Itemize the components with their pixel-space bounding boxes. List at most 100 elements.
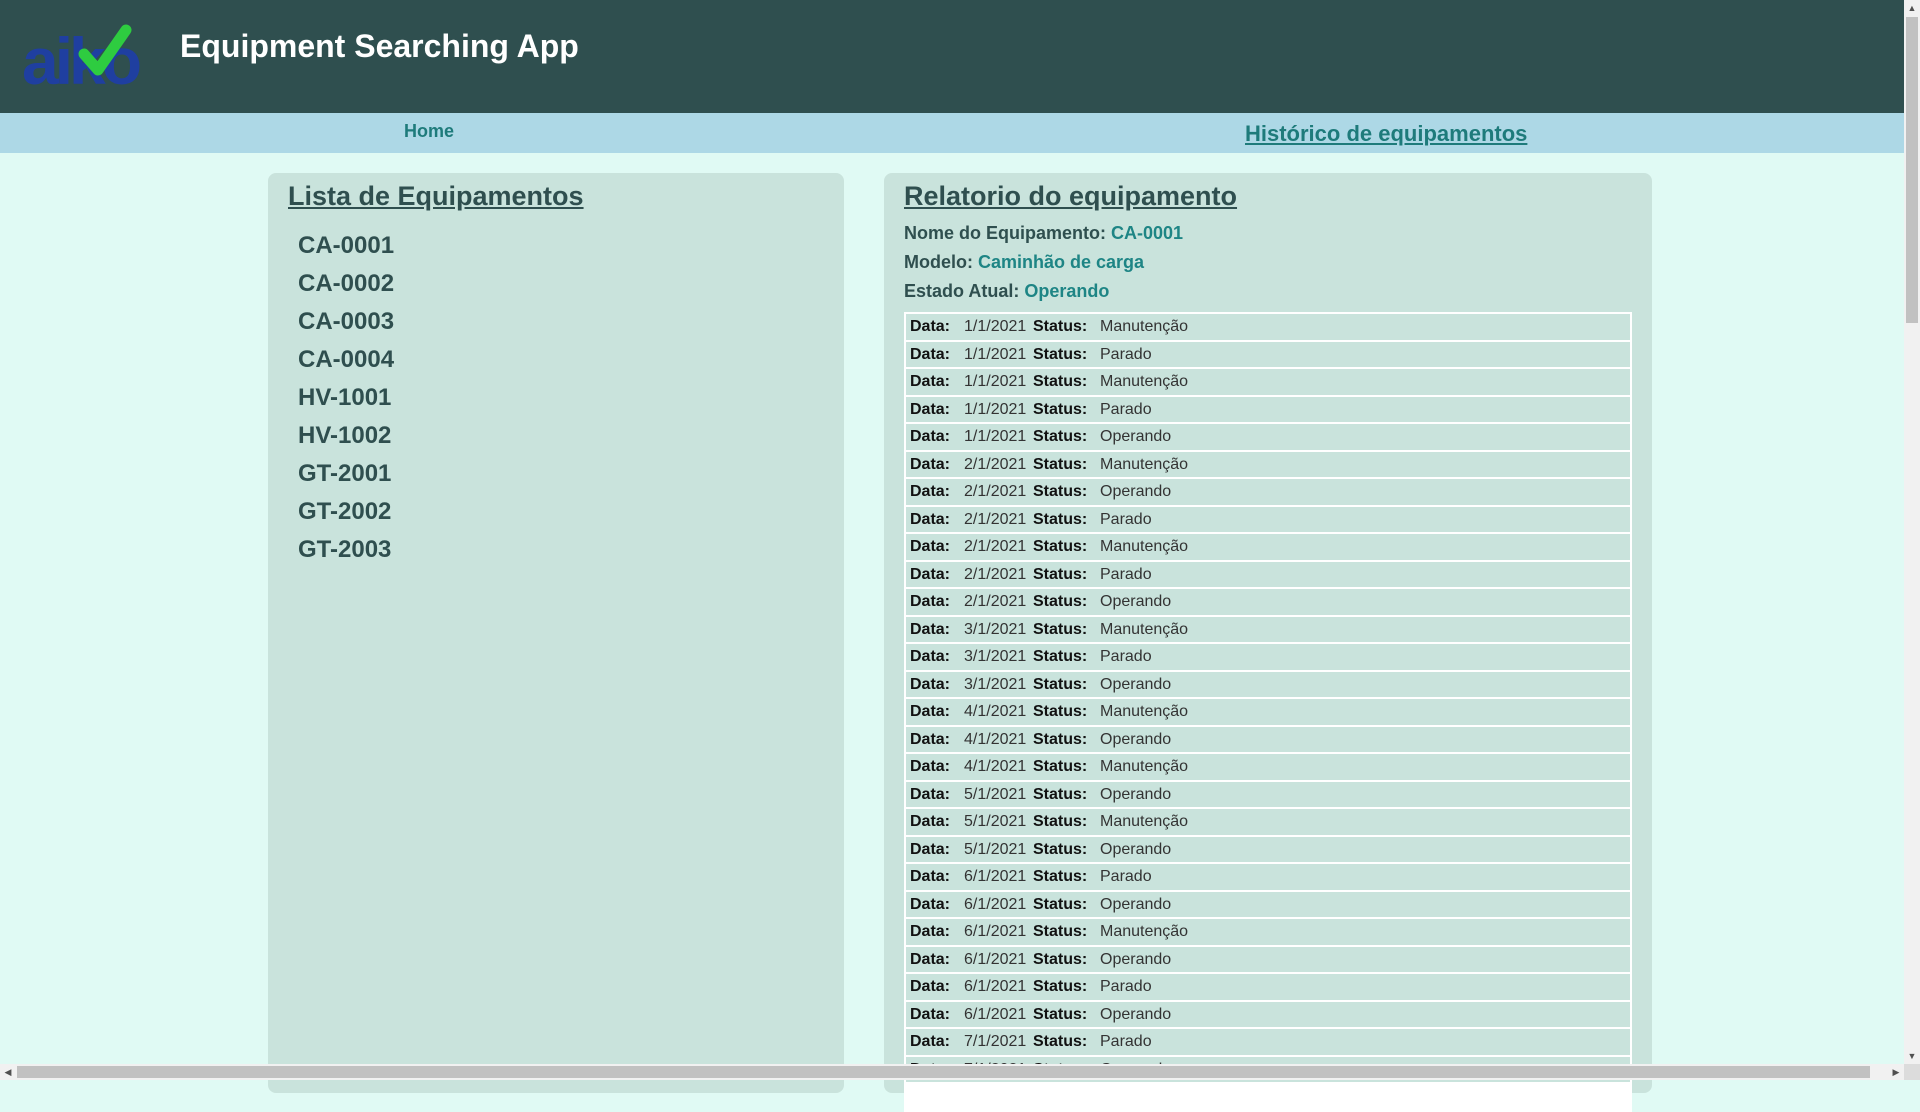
status-label: Status: <box>1033 978 1088 995</box>
date-label: Data: <box>910 345 951 363</box>
date-label: Data: <box>910 868 951 885</box>
equipment-list-item[interactable]: HV-1002 <box>298 417 394 455</box>
status-value: Parado <box>1100 400 1152 418</box>
date-value: 6/1/2021 <box>964 1005 1027 1023</box>
vertical-scrollbar[interactable]: ▲ ▼ <box>1904 0 1920 1064</box>
history-row: Data: 1/1/2021 Status: Manutenção <box>906 314 1630 340</box>
status-label: Status: <box>1033 648 1088 665</box>
app-header: aiko Equipment Searching App <box>0 0 1904 113</box>
status-value: Parado <box>1100 978 1152 995</box>
equipment-list-item[interactable]: CA-0004 <box>298 341 394 379</box>
app-title: Equipment Searching App <box>180 28 579 64</box>
status-label: Status: <box>1033 675 1088 693</box>
date-label: Data: <box>910 978 951 995</box>
date-value: 5/1/2021 <box>964 840 1027 858</box>
nav-home-link[interactable]: Home <box>404 121 454 142</box>
equipment-list-item[interactable]: CA-0003 <box>298 303 394 341</box>
status-value: Operando <box>1100 840 1172 858</box>
status-label: Status: <box>1033 758 1088 775</box>
equipment-list-item[interactable]: HV-1001 <box>298 379 394 417</box>
date-value: 5/1/2021 <box>964 813 1027 830</box>
history-row: Data: 6/1/2021 Status: Operando <box>906 946 1630 972</box>
date-value: 5/1/2021 <box>964 785 1027 803</box>
status-value: Parado <box>1100 345 1152 363</box>
scroll-left-arrow-icon[interactable]: ◀ <box>0 1064 16 1080</box>
history-row: Data: 6/1/2021 Status: Manutenção <box>906 919 1630 945</box>
date-label: Data: <box>910 400 951 418</box>
date-label: Data: <box>910 648 951 665</box>
status-label: Status: <box>1033 593 1088 610</box>
status-value: Manutenção <box>1100 758 1189 775</box>
history-row: Data: 4/1/2021 Status: Operando <box>906 726 1630 752</box>
history-row: Data: 4/1/2021 Status: Manutenção <box>906 699 1630 725</box>
status-value: Operando <box>1100 895 1172 913</box>
date-label: Data: <box>910 373 951 390</box>
state-history-list[interactable]: Data: 1/1/2021 Status: Manutenção Data: 1/1/2… <box>904 312 1632 1112</box>
status-value: Parado <box>1100 648 1152 665</box>
date-label: Data: <box>910 923 951 940</box>
equipment-list-item[interactable]: CA-0002 <box>298 265 394 303</box>
status-label: Status: <box>1033 1033 1088 1050</box>
history-row: Data: 2/1/2021 Status: Operando <box>906 479 1630 505</box>
status-label: Status: <box>1033 923 1088 940</box>
equipment-list-item[interactable]: GT-2002 <box>298 493 394 531</box>
status-value: Operando <box>1100 1005 1172 1023</box>
date-label: Data: <box>910 950 951 968</box>
status-label: Status: <box>1033 455 1088 473</box>
status-label: Status: <box>1033 538 1088 555</box>
history-row: Data: 6/1/2021 Status: Operando <box>906 1001 1630 1027</box>
status-value: Manutenção <box>1100 318 1189 335</box>
history-row: Data: 1/1/2021 Status: Parado <box>906 396 1630 422</box>
date-value: 1/1/2021 <box>964 400 1027 418</box>
nav-history-link[interactable]: Histórico de equipamentos <box>1245 121 1527 147</box>
date-value: 2/1/2021 <box>964 538 1027 555</box>
equipment-list-title: Lista de Equipamentos <box>288 181 584 211</box>
equipment-state-value: Operando <box>1024 281 1110 301</box>
history-row: Data: 6/1/2021 Status: Parado <box>906 974 1630 1000</box>
date-label: Data: <box>910 703 951 720</box>
status-label: Status: <box>1033 950 1088 968</box>
status-value: Operando <box>1100 428 1172 445</box>
date-value: 4/1/2021 <box>964 703 1027 720</box>
equipment-list-item[interactable]: GT-2003 <box>298 531 394 569</box>
date-value: 6/1/2021 <box>964 950 1027 968</box>
date-label: Data: <box>910 565 951 583</box>
equipment-list-item[interactable]: GT-2001 <box>298 455 394 493</box>
history-row: Data: 6/1/2021 Status: Operando <box>906 891 1630 917</box>
status-value: Parado <box>1100 868 1152 885</box>
status-value: Operando <box>1100 730 1172 748</box>
date-label: Data: <box>910 455 951 473</box>
report-title: Relatorio do equipamento <box>904 181 1238 211</box>
status-label: Status: <box>1033 373 1088 390</box>
equipment-name-label: Nome do Equipamento: <box>904 223 1106 243</box>
history-row: Data: 3/1/2021 Status: Operando <box>906 671 1630 697</box>
history-row: Data: 2/1/2021 Status: Parado <box>906 506 1630 532</box>
date-label: Data: <box>910 758 951 775</box>
date-value: 6/1/2021 <box>964 895 1027 913</box>
scroll-down-arrow-icon[interactable]: ▼ <box>1904 1048 1920 1064</box>
equipment-list-item[interactable]: CA-0001 <box>298 227 394 265</box>
status-label: Status: <box>1033 483 1088 500</box>
date-label: Data: <box>910 428 951 445</box>
date-label: Data: <box>910 840 951 858</box>
equipment-state-line: Estado Atual: Operando <box>904 281 1109 302</box>
history-row: Data: 3/1/2021 Status: Manutenção <box>906 616 1630 642</box>
date-value: 6/1/2021 <box>964 923 1027 940</box>
equipment-model-line: Modelo: Caminhão de carga <box>904 252 1144 273</box>
status-value: Manutenção <box>1100 373 1189 390</box>
scroll-right-arrow-icon[interactable]: ▶ <box>1888 1064 1904 1080</box>
status-label: Status: <box>1033 895 1088 913</box>
date-value: 3/1/2021 <box>964 620 1027 638</box>
horizontal-scroll-thumb[interactable] <box>17 1066 1870 1078</box>
equipment-list-panel: Lista de Equipamentos CA-0001 CA-0002 CA-0… <box>268 173 844 1093</box>
date-value: 2/1/2021 <box>964 565 1027 583</box>
date-label: Data: <box>910 675 951 693</box>
horizontal-scrollbar[interactable]: ◀ ▶ <box>0 1064 1904 1080</box>
equipment-model-value: Caminhão de carga <box>978 252 1145 272</box>
scroll-up-arrow-icon[interactable]: ▲ <box>1904 0 1920 16</box>
status-label: Status: <box>1033 345 1088 363</box>
status-value: Manutenção <box>1100 923 1189 940</box>
status-value: Operando <box>1100 483 1172 500</box>
date-value: 1/1/2021 <box>964 318 1027 335</box>
vertical-scroll-thumb[interactable] <box>1906 17 1918 323</box>
